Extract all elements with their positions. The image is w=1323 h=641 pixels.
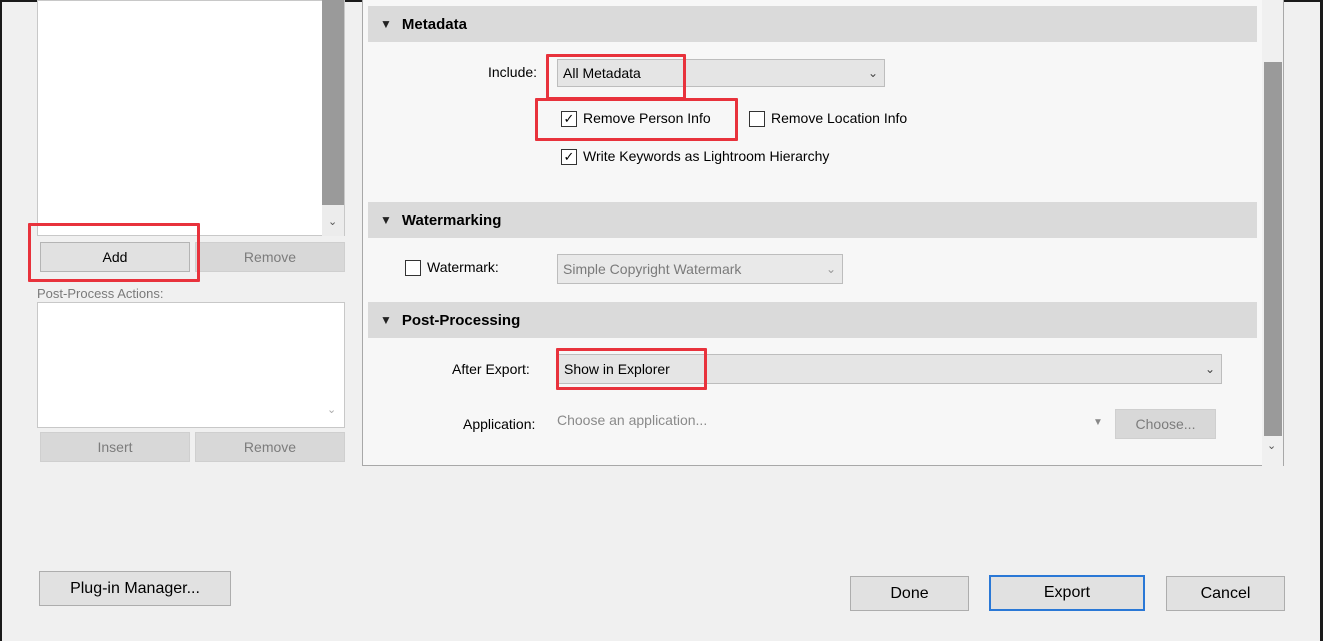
cancel-button[interactable]: Cancel bbox=[1166, 576, 1285, 611]
collapse-triangle-icon: ▼ bbox=[380, 17, 392, 31]
include-select-value: All Metadata bbox=[563, 65, 641, 81]
export-button[interactable]: Export bbox=[989, 575, 1145, 611]
presets-list-scrollbar[interactable]: ⌄ bbox=[322, 0, 344, 236]
metadata-header-label: Metadata bbox=[401, 15, 467, 33]
add-preset-button[interactable]: Add bbox=[40, 242, 190, 272]
remove-person-info-checkbox[interactable]: ✓ bbox=[561, 111, 577, 127]
metadata-section-header[interactable]: ▼ Metadata bbox=[368, 6, 1257, 42]
include-select[interactable]: All Metadata ⌄ bbox=[557, 59, 885, 87]
after-export-select-value: Show in Explorer bbox=[564, 361, 670, 377]
scroll-down-icon[interactable]: ⌄ bbox=[328, 216, 337, 228]
application-label: Application: bbox=[463, 416, 536, 432]
remove-location-info-label[interactable]: Remove Location Info bbox=[771, 110, 907, 126]
actions-scroll-down-icon[interactable]: ⌄ bbox=[327, 404, 336, 416]
remove-person-info-label[interactable]: Remove Person Info bbox=[583, 110, 711, 126]
collapse-triangle-icon: ▼ bbox=[380, 313, 392, 327]
watermark-checkbox[interactable] bbox=[405, 260, 421, 276]
write-keywords-checkbox[interactable]: ✓ bbox=[561, 149, 577, 165]
remove-preset-button[interactable]: Remove bbox=[195, 242, 345, 272]
watermark-label[interactable]: Watermark: bbox=[427, 259, 499, 275]
done-button[interactable]: Done bbox=[850, 576, 969, 611]
settings-scroll-thumb[interactable] bbox=[1264, 62, 1282, 436]
chevron-down-icon: ⌄ bbox=[867, 66, 878, 80]
collapse-triangle-icon: ▼ bbox=[380, 213, 392, 227]
settings-scrollbar[interactable]: ⌄ bbox=[1262, 0, 1283, 466]
post-process-actions-list[interactable] bbox=[37, 302, 345, 428]
chevron-down-icon: ⌄ bbox=[1204, 362, 1215, 376]
window-left-edge bbox=[0, 0, 2, 641]
application-placeholder: Choose an application... bbox=[557, 412, 708, 428]
watermark-select[interactable]: Simple Copyright Watermark ⌄ bbox=[557, 254, 843, 284]
after-export-select[interactable]: Show in Explorer ⌄ bbox=[558, 354, 1222, 384]
after-export-label: After Export: bbox=[452, 361, 530, 377]
watermarking-section-header[interactable]: ▼ Watermarking bbox=[368, 202, 1257, 238]
presets-list[interactable] bbox=[37, 0, 345, 236]
chevron-down-icon: ⌄ bbox=[825, 262, 836, 276]
settings-scroll-down-icon[interactable]: ⌄ bbox=[1267, 440, 1276, 452]
application-input[interactable]: Choose an application... bbox=[557, 412, 1105, 436]
plugin-manager-button[interactable]: Plug-in Manager... bbox=[39, 571, 231, 606]
remove-action-button[interactable]: Remove bbox=[195, 432, 345, 462]
application-dropdown-icon[interactable]: ▼ bbox=[1093, 417, 1103, 428]
write-keywords-label[interactable]: Write Keywords as Lightroom Hierarchy bbox=[583, 148, 829, 164]
post-process-actions-label: Post-Process Actions: bbox=[37, 286, 164, 301]
presets-list-scroll-thumb[interactable] bbox=[322, 0, 344, 205]
post-processing-header-label: Post-Processing bbox=[401, 311, 521, 329]
include-label: Include: bbox=[488, 64, 538, 80]
choose-button[interactable]: Choose... bbox=[1115, 409, 1216, 439]
insert-button[interactable]: Insert bbox=[40, 432, 190, 462]
watermarking-header-label: Watermarking bbox=[401, 211, 502, 229]
post-processing-section-header[interactable]: ▼ Post-Processing bbox=[368, 302, 1257, 338]
remove-location-info-checkbox[interactable] bbox=[749, 111, 765, 127]
watermark-select-value: Simple Copyright Watermark bbox=[563, 261, 742, 277]
